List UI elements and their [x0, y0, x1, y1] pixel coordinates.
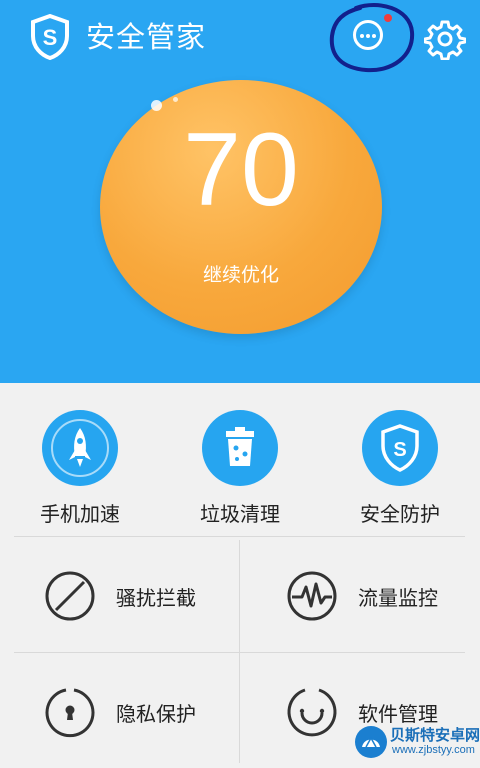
watermark-shell-icon — [355, 726, 387, 758]
tool-traffic-monitor[interactable]: 流量监控 — [240, 540, 465, 652]
tool-privacy-protection[interactable]: 隐私保护 — [14, 656, 239, 768]
tool-harassment-block[interactable]: 骚扰拦截 — [14, 540, 239, 652]
tool-label: 隐私保护 — [116, 702, 196, 726]
notification-dot — [384, 14, 392, 22]
feature-label: 垃圾清理 — [200, 502, 280, 526]
feature-label: 手机加速 — [40, 502, 120, 526]
pulse-icon — [287, 571, 337, 621]
more-button[interactable] — [344, 14, 392, 58]
trash-icon — [202, 410, 278, 486]
continue-optimize-label: 继续优化 — [202, 264, 279, 286]
tool-label: 流量监控 — [358, 586, 438, 610]
shield-icon: S — [362, 410, 438, 486]
rocket-icon — [42, 410, 118, 486]
feature-junk-clean[interactable]: 垃圾清理 — [160, 410, 320, 527]
apps-icon — [287, 688, 337, 737]
app-title: 安全管家 — [86, 20, 207, 54]
health-score-button[interactable]: 70 继续优化 — [100, 80, 382, 334]
feature-label: 安全防护 — [360, 502, 440, 526]
lock-icon — [45, 688, 95, 738]
more-icon — [353, 20, 383, 50]
tool-label: 骚扰拦截 — [116, 586, 196, 610]
app-logo-letter: S — [43, 25, 58, 50]
header: S 安全管家 70 继续优化 — [0, 0, 480, 383]
gloss-highlight-small — [173, 97, 178, 102]
watermark-name: 贝斯特安卓网 — [390, 726, 480, 744]
shield-letter: S — [393, 439, 406, 461]
block-icon — [45, 571, 95, 621]
settings-gear-icon[interactable] — [424, 18, 466, 60]
feature-phone-speedup[interactable]: 手机加速 — [0, 410, 160, 527]
score-value: 70 — [183, 112, 299, 228]
divider — [14, 536, 465, 537]
watermark-url: www.zjbstyy.com — [392, 744, 475, 756]
app-logo-shield-icon: S — [31, 14, 69, 60]
feature-security-protection[interactable]: S 安全防护 — [320, 410, 480, 527]
watermark: 贝斯特安卓网 www.zjbstyy.com — [354, 722, 480, 763]
gloss-highlight — [151, 100, 162, 111]
